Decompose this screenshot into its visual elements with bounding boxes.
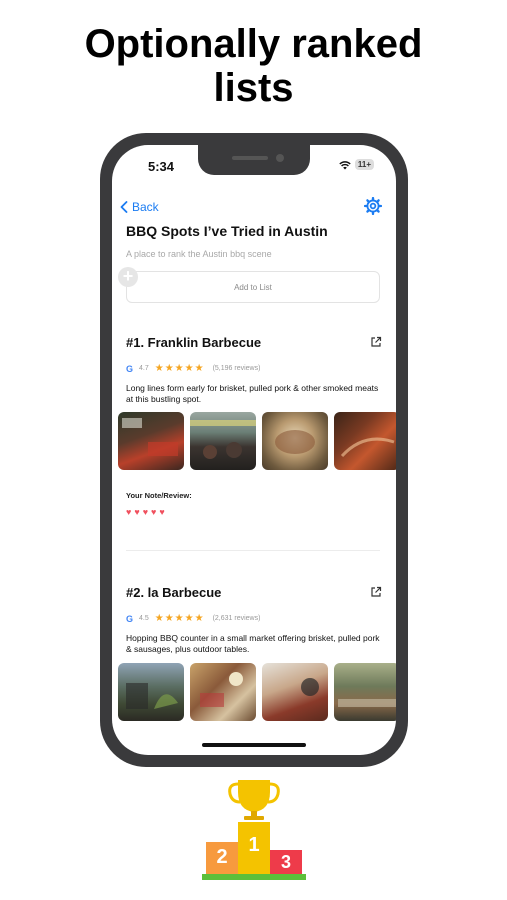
external-link-icon[interactable]	[370, 336, 382, 348]
photo[interactable]	[262, 663, 328, 721]
star-rating: ★★★★★	[154, 363, 205, 374]
add-to-list-button[interactable]: Add to List	[126, 271, 380, 303]
photo[interactable]	[334, 412, 396, 470]
photo-strip[interactable]	[118, 412, 396, 470]
photo[interactable]	[262, 412, 328, 470]
podium-first-label: 1	[248, 834, 260, 856]
photo[interactable]	[334, 663, 396, 721]
status-time: 5:34	[148, 159, 175, 174]
podium-third-label: 3	[280, 852, 291, 872]
photo-strip[interactable]	[118, 663, 396, 721]
status-icons: 11+	[339, 159, 374, 170]
google-icon: G	[126, 613, 134, 624]
battery-icon: 11+	[354, 159, 374, 170]
back-label: Back	[132, 200, 159, 214]
google-icon: G	[126, 363, 134, 374]
rating-value: 4.5	[139, 615, 149, 622]
camera	[276, 154, 284, 162]
list-title: BBQ Spots I’ve Tried in Austin	[126, 223, 328, 239]
note-label: Your Note/Review:	[126, 491, 192, 500]
plus-icon[interactable]: +	[118, 267, 138, 287]
headline-line-2: lists	[213, 66, 294, 110]
photo[interactable]	[190, 663, 256, 721]
heart-rating[interactable]: ♥♥♥♥♥	[126, 507, 168, 517]
notch	[198, 145, 310, 175]
phone-screen: 5:34 11+ Back BBQ Spots I’ve Tried in Au…	[112, 145, 396, 755]
home-indicator[interactable]	[202, 743, 306, 747]
phone-frame: 5:34 11+ Back BBQ Spots I’ve Tried in Au…	[100, 133, 408, 767]
entry-description: Long lines form early for brisket, pulle…	[126, 383, 379, 404]
podium-illustration: 1 2 3	[200, 778, 308, 884]
list-item: #2. la Barbecue G 4.5 ★★★★★ (2,631 revie…	[112, 585, 396, 735]
external-link-icon[interactable]	[370, 586, 382, 598]
list-item: #1. Franklin Barbecue G 4.7 ★★★★★ (5,196…	[112, 335, 396, 535]
rating-row: G 4.5 ★★★★★ (2,631 reviews)	[126, 613, 260, 624]
back-button[interactable]: Back	[120, 200, 159, 214]
speaker	[232, 156, 268, 160]
photo[interactable]	[118, 412, 184, 470]
entry-title: #2. la Barbecue	[126, 585, 222, 600]
review-count: (5,196 reviews)	[212, 365, 261, 372]
rating-row: G 4.7 ★★★★★ (5,196 reviews)	[126, 363, 260, 374]
photo[interactable]	[190, 412, 256, 470]
star-rating: ★★★★★	[154, 613, 205, 624]
gear-icon[interactable]	[364, 197, 382, 215]
entry-title: #1. Franklin Barbecue	[126, 335, 262, 350]
review-count: (2,631 reviews)	[212, 615, 261, 622]
rating-value: 4.7	[139, 365, 149, 372]
chevron-left-icon	[120, 201, 128, 213]
list-subtitle[interactable]: A place to rank the Austin bbq scene	[126, 249, 272, 259]
wifi-icon	[339, 160, 351, 169]
photo[interactable]	[118, 663, 184, 721]
headline-line-1: Optionally ranked	[84, 22, 423, 66]
podium-second-label: 2	[216, 846, 228, 868]
entry-description: Hopping BBQ counter in a small market of…	[126, 633, 380, 654]
headline: Optionally ranked lists	[0, 22, 507, 110]
divider	[126, 550, 380, 551]
